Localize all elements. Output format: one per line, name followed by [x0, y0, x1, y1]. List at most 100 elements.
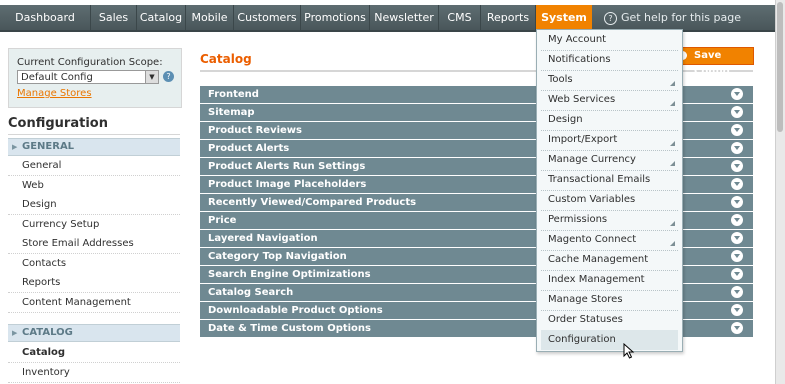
menu-item-tools[interactable]: Tools — [541, 70, 678, 91]
menu-item-notifications[interactable]: Notifications — [541, 50, 678, 71]
left-item-design[interactable]: Design — [8, 195, 180, 215]
nav-newsletter[interactable]: Newsletter — [370, 5, 439, 30]
nav-mobile[interactable]: Mobile — [186, 5, 234, 30]
menu-item-label: Configuration — [548, 334, 616, 345]
expand-icon[interactable] — [731, 214, 743, 226]
menu-item-my-account[interactable]: My Account — [541, 30, 678, 51]
left-item-store-email[interactable]: Store Email Addresses — [8, 234, 180, 254]
save-button-label: Save Config — [694, 50, 730, 77]
menu-item-label: Custom Variables — [548, 194, 636, 205]
expand-icon[interactable] — [731, 88, 743, 100]
menu-item-cache-management[interactable]: Cache Management — [541, 250, 678, 271]
expand-icon[interactable] — [731, 124, 743, 136]
left-item-catalog[interactable]: Catalog — [8, 343, 180, 363]
section-label: Date & Time Custom Options — [208, 323, 371, 334]
menu-item-custom-variables[interactable]: Custom Variables — [541, 190, 678, 211]
help-text: Get help for this page — [620, 11, 741, 24]
menu-item-label: Manage Currency — [548, 154, 636, 165]
menu-item-configuration[interactable]: Configuration — [541, 330, 678, 350]
scope-select[interactable]: Default Config ▼ — [17, 70, 159, 84]
group-heading-label: CATALOG — [22, 327, 73, 338]
left-item-currency-setup[interactable]: Currency Setup — [8, 215, 180, 235]
expand-icon[interactable] — [731, 106, 743, 118]
left-item-label: Store Email Addresses — [22, 238, 134, 249]
submenu-arrow-icon — [670, 241, 675, 246]
system-dropdown-menu: My Account Notifications Tools Web Servi… — [536, 29, 683, 352]
left-item-label: Contacts — [22, 258, 67, 269]
left-item-general[interactable]: General — [8, 156, 180, 176]
menu-item-label: Notifications — [548, 54, 611, 65]
expand-icon[interactable] — [731, 304, 743, 316]
mouse-cursor-icon — [623, 343, 635, 359]
section-label: Layered Navigation — [208, 233, 318, 244]
left-item-label: General — [22, 160, 62, 171]
left-item-content-management[interactable]: Content Management — [8, 293, 180, 313]
nav-promotions[interactable]: Promotions — [301, 5, 370, 30]
section-label: Recently Viewed/Compared Products — [208, 197, 417, 208]
left-item-label: Design — [22, 199, 57, 210]
nav-catalog[interactable]: Catalog — [137, 5, 186, 30]
menu-item-label: Cache Management — [548, 254, 649, 265]
menu-item-permissions[interactable]: Permissions — [541, 210, 678, 231]
page-title: Catalog — [200, 52, 252, 66]
menu-item-label: Transactional Emails — [548, 174, 651, 185]
menu-item-import-export[interactable]: Import/Export — [541, 130, 678, 151]
menu-item-label: Tools — [548, 74, 573, 85]
expand-icon[interactable] — [731, 178, 743, 190]
group-header-general[interactable]: ▶ GENERAL — [8, 138, 180, 156]
left-item-contacts[interactable]: Contacts — [8, 254, 180, 274]
left-item-label: Catalog — [22, 347, 66, 358]
left-item-web[interactable]: Web — [8, 176, 180, 196]
left-item-inventory[interactable]: Inventory — [8, 363, 180, 383]
help-link[interactable]: ? Get help for this page — [603, 5, 741, 30]
menu-item-label: Import/Export — [548, 134, 618, 145]
menu-item-magento-connect[interactable]: Magento Connect — [541, 230, 678, 251]
nav-bar: Dashboard Sales Catalog Mobile Customers… — [0, 5, 775, 32]
menu-item-label: Magento Connect — [548, 234, 637, 245]
expand-icon[interactable] — [731, 322, 743, 334]
submenu-arrow-icon — [670, 141, 675, 146]
section-label: Product Reviews — [208, 125, 302, 136]
triangle-right-icon: ▶ — [12, 143, 18, 151]
nav-reports[interactable]: Reports — [481, 5, 536, 30]
expand-icon[interactable] — [731, 232, 743, 244]
left-item-label: Inventory — [22, 367, 70, 378]
nav-system[interactable]: System — [536, 5, 592, 30]
section-label: Price — [208, 215, 237, 226]
menu-item-index-management[interactable]: Index Management — [541, 270, 678, 291]
section-label: Product Image Placeholders — [208, 179, 367, 190]
help-icon[interactable]: ? — [163, 71, 174, 82]
nav-customers[interactable]: Customers — [234, 5, 301, 30]
nav-sales[interactable]: Sales — [91, 5, 137, 30]
triangle-right-icon: ▶ — [12, 329, 18, 337]
expand-icon[interactable] — [731, 160, 743, 172]
menu-item-label: Manage Stores — [548, 294, 623, 305]
expand-icon[interactable] — [731, 268, 743, 280]
config-scope-box: Current Configuration Scope: Default Con… — [8, 48, 182, 108]
expand-icon[interactable] — [731, 196, 743, 208]
menu-item-manage-currency[interactable]: Manage Currency — [541, 150, 678, 171]
menu-item-manage-stores[interactable]: Manage Stores — [541, 290, 678, 311]
save-config-button[interactable]: Save Config — [672, 47, 754, 77]
chevron-down-icon: ▼ — [145, 71, 158, 83]
divider — [8, 134, 180, 135]
nav-cms[interactable]: CMS — [439, 5, 481, 30]
nav-dashboard[interactable]: Dashboard — [0, 5, 91, 30]
scrollbar-thumb[interactable] — [777, 2, 783, 132]
menu-item-transactional-emails[interactable]: Transactional Emails — [541, 170, 678, 191]
group-heading-label: GENERAL — [22, 141, 75, 152]
manage-stores-link[interactable]: Manage Stores — [17, 88, 92, 99]
group-header-catalog[interactable]: ▶ CATALOG — [8, 324, 180, 342]
left-item-reports[interactable]: Reports — [8, 273, 180, 293]
section-label: Product Alerts — [208, 143, 290, 154]
menu-item-order-statuses[interactable]: Order Statuses — [541, 310, 678, 331]
section-label: Frontend — [208, 89, 259, 100]
left-item-label: Reports — [22, 277, 61, 288]
expand-icon[interactable] — [731, 286, 743, 298]
expand-icon[interactable] — [731, 250, 743, 262]
section-label: Search Engine Optimizations — [208, 269, 371, 280]
expand-icon[interactable] — [731, 142, 743, 154]
menu-item-design[interactable]: Design — [541, 110, 678, 131]
menu-item-web-services[interactable]: Web Services — [541, 90, 678, 111]
submenu-arrow-icon — [670, 101, 675, 106]
